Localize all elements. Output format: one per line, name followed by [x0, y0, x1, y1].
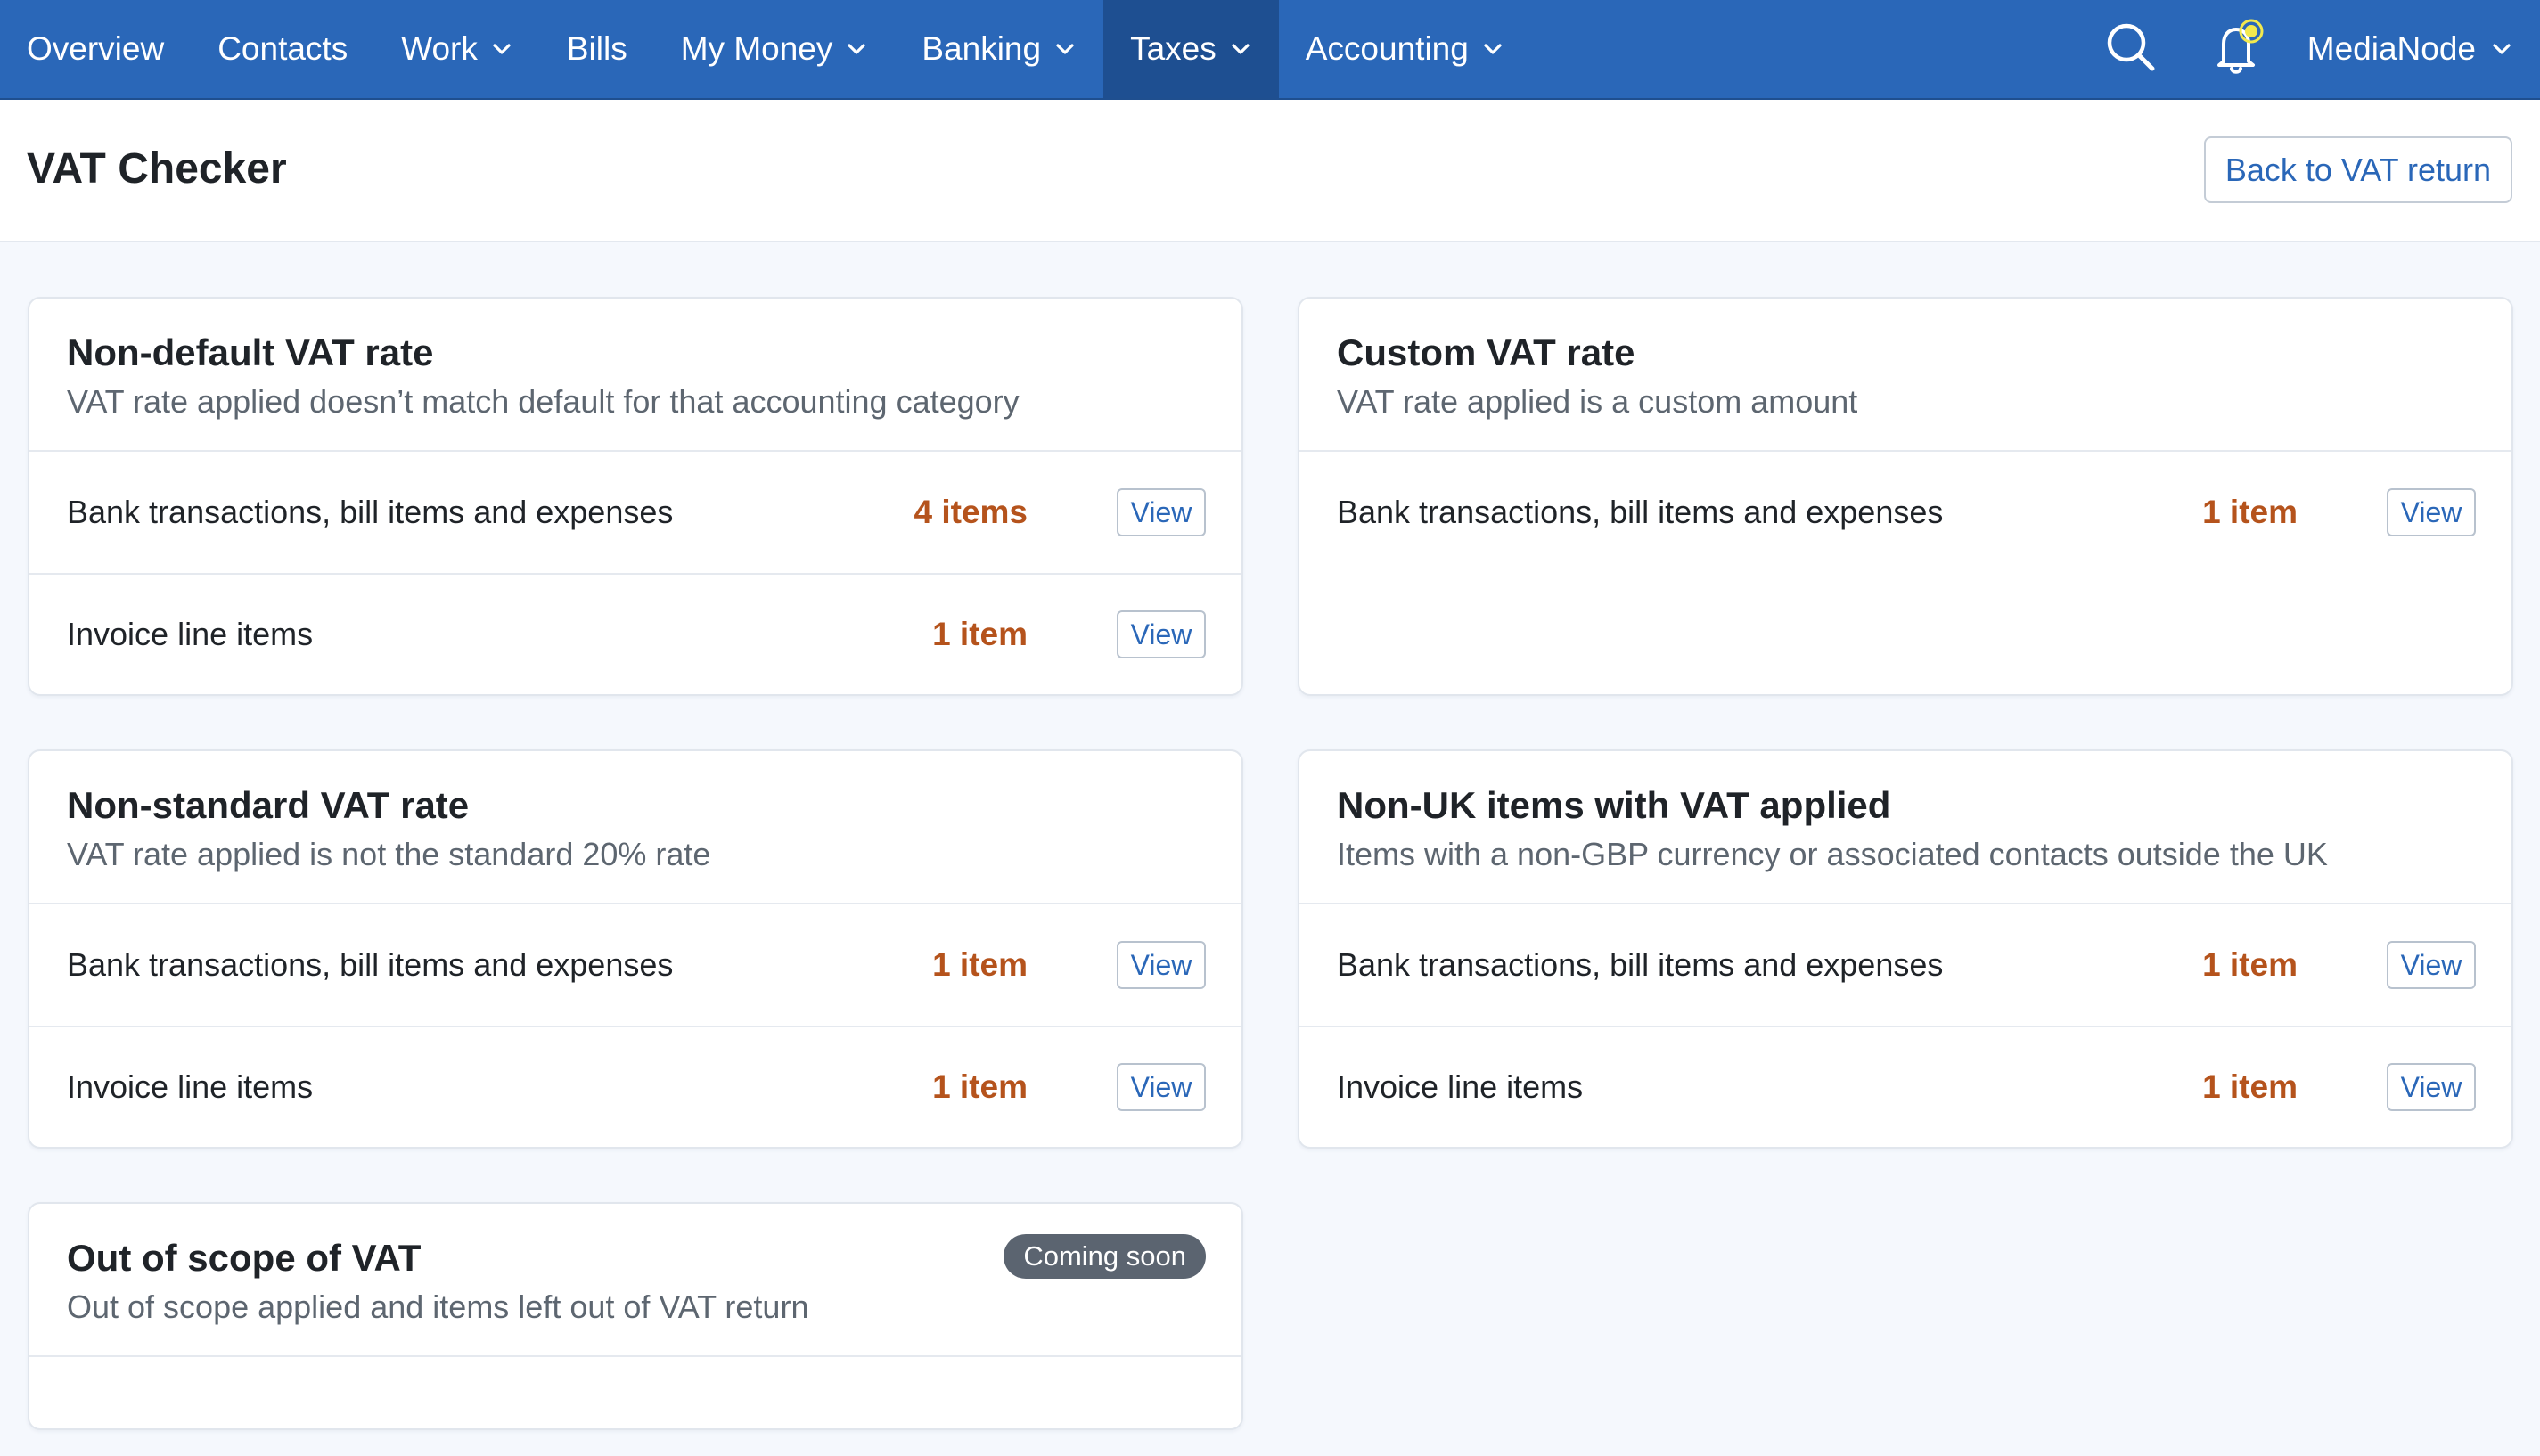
- search-button[interactable]: [2077, 0, 2184, 99]
- card-header: Non-default VAT rate VAT rate applied do…: [29, 299, 1241, 452]
- search-icon: [2104, 20, 2158, 78]
- row-label: Invoice line items: [67, 616, 314, 652]
- row-label: Bank transactions, bill items and expens…: [1337, 946, 1944, 983]
- view-button[interactable]: View: [1117, 610, 1206, 658]
- card-title: Non-default VAT rate: [67, 331, 434, 373]
- list-item: Bank transactions, bill items and expens…: [1299, 904, 2511, 1026]
- list-item: Invoice line items 1 item View: [1299, 1026, 2511, 1147]
- nav-item-my-money[interactable]: My Money: [654, 0, 896, 98]
- nav-item-contacts[interactable]: Contacts: [191, 0, 374, 98]
- chevron-down-icon: [1481, 37, 1504, 61]
- nav-item-overview[interactable]: Overview: [0, 0, 191, 98]
- nav-item-label: Contacts: [217, 30, 348, 67]
- list-item: Bank transactions, bill items and expens…: [29, 452, 1241, 573]
- bell-icon: [2202, 12, 2274, 87]
- item-count: 1 item: [2202, 494, 2298, 530]
- nav-item-label: Accounting: [1305, 30, 1469, 67]
- back-to-vat-return-button[interactable]: Back to VAT return: [2203, 136, 2512, 203]
- list-item: Invoice line items 1 item View: [29, 573, 1241, 694]
- item-count: 1 item: [932, 616, 1028, 652]
- row-label: Bank transactions, bill items and expens…: [67, 494, 674, 530]
- item-count: 1 item: [2202, 946, 2298, 983]
- chevron-down-icon: [845, 37, 868, 61]
- nav-item-taxes[interactable]: Taxes: [1103, 0, 1279, 98]
- row-label: Invoice line items: [1337, 1068, 1584, 1105]
- chevron-down-icon: [2490, 37, 2513, 61]
- card-non-default-vat-rate: Non-default VAT rate VAT rate applied do…: [28, 297, 1243, 696]
- account-name: MediaNode: [2306, 30, 2476, 67]
- card-title: Non-UK items with VAT applied: [1337, 784, 1891, 826]
- nav-item-label: Overview: [27, 30, 165, 67]
- nav-item-label: Taxes: [1130, 30, 1217, 67]
- view-button[interactable]: View: [1117, 941, 1206, 989]
- card-title: Non-standard VAT rate: [67, 784, 470, 826]
- card-non-uk-items: Non-UK items with VAT applied Items with…: [1298, 749, 2513, 1149]
- card-header: Non-UK items with VAT applied Items with…: [1299, 751, 2511, 904]
- view-button[interactable]: View: [2387, 941, 2476, 989]
- notifications-button[interactable]: [2184, 0, 2291, 99]
- nav-item-label: Bills: [566, 30, 627, 67]
- card-header: Custom VAT rate VAT rate applied is a cu…: [1299, 299, 2511, 452]
- chevron-down-icon: [1053, 37, 1077, 61]
- nav-item-label: Work: [401, 30, 478, 67]
- nav-item-bills[interactable]: Bills: [540, 0, 654, 98]
- card-subtitle: Out of scope applied and items left out …: [67, 1288, 809, 1326]
- chevron-down-icon: [1229, 37, 1252, 61]
- item-count: 1 item: [932, 946, 1028, 983]
- card-body: [29, 1357, 1241, 1428]
- list-item: Bank transactions, bill items and expens…: [1299, 452, 2511, 573]
- nav-item-accounting[interactable]: Accounting: [1279, 0, 1531, 98]
- item-count: 1 item: [2202, 1068, 2298, 1105]
- card-out-of-scope: Out of scope of VAT Out of scope applied…: [28, 1202, 1243, 1430]
- card-header: Out of scope of VAT Out of scope applied…: [29, 1204, 1241, 1357]
- view-button[interactable]: View: [1117, 1063, 1206, 1111]
- card-custom-vat-rate: Custom VAT rate VAT rate applied is a cu…: [1298, 297, 2513, 696]
- card-subtitle: VAT rate applied is a custom amount: [1337, 383, 1858, 421]
- nav-menu: Overview Contacts Work Bills My Money Ba…: [0, 0, 1531, 98]
- view-button[interactable]: View: [2387, 1063, 2476, 1111]
- card-subtitle: VAT rate applied is not the standard 20%…: [67, 836, 711, 873]
- view-button[interactable]: View: [2387, 488, 2476, 536]
- coming-soon-badge: Coming soon: [1004, 1234, 1206, 1279]
- list-item: Invoice line items 1 item View: [29, 1026, 1241, 1147]
- page-title: VAT Checker: [27, 145, 287, 192]
- nav-item-label: My Money: [680, 30, 833, 67]
- card-subtitle: Items with a non-GBP currency or associa…: [1337, 836, 2328, 873]
- chevron-down-icon: [490, 37, 513, 61]
- top-navigation: Overview Contacts Work Bills My Money Ba…: [0, 0, 2540, 100]
- nav-item-work[interactable]: Work: [374, 0, 540, 98]
- nav-item-label: Banking: [922, 30, 1042, 67]
- item-count: 1 item: [932, 1068, 1028, 1105]
- row-label: Invoice line items: [67, 1068, 314, 1105]
- row-label: Bank transactions, bill items and expens…: [1337, 494, 1944, 530]
- row-label: Bank transactions, bill items and expens…: [67, 946, 674, 983]
- nav-actions: MediaNode: [2077, 0, 2540, 98]
- card-subtitle: VAT rate applied doesn’t match default f…: [67, 383, 1020, 421]
- view-button[interactable]: View: [1117, 488, 1206, 536]
- item-count: 4 items: [914, 494, 1028, 530]
- list-item: Bank transactions, bill items and expens…: [29, 904, 1241, 1026]
- account-menu[interactable]: MediaNode: [2291, 0, 2522, 99]
- card-non-standard-vat-rate: Non-standard VAT rate VAT rate applied i…: [28, 749, 1243, 1149]
- card-title: Custom VAT rate: [1337, 331, 1635, 373]
- nav-item-banking[interactable]: Banking: [895, 0, 1103, 98]
- page-header: VAT Checker Back to VAT return: [0, 100, 2540, 242]
- card-header: Non-standard VAT rate VAT rate applied i…: [29, 751, 1241, 904]
